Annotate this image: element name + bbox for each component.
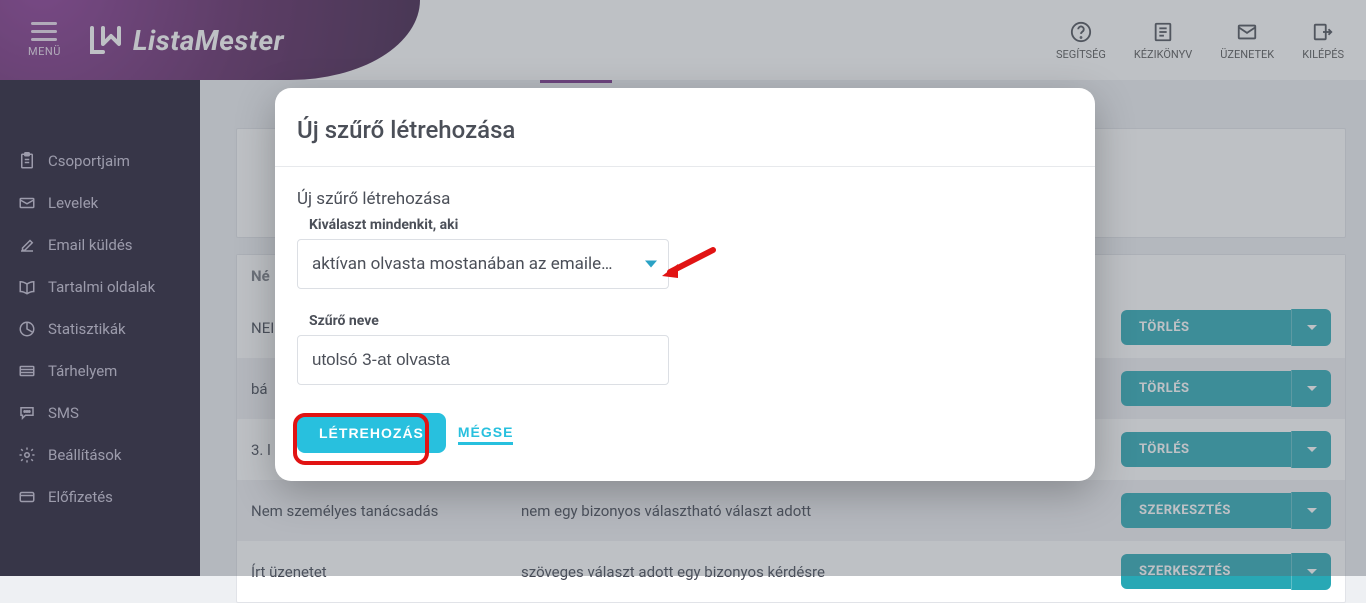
create-button[interactable]: LÉTREHOZÁS (297, 413, 446, 453)
filter-name-input[interactable] (297, 335, 669, 385)
select-label: Kiválaszt mindenkit, aki (309, 217, 1065, 233)
modal-subtitle: Új szűrő létrehozása (297, 189, 1065, 209)
name-label: Szűrő neve (309, 313, 1065, 329)
create-filter-modal: Új szűrő létrehozása Új szűrő létrehozás… (275, 88, 1095, 481)
chevron-down-icon (645, 261, 657, 268)
modal-title: Új szűrő létrehozása (275, 116, 1095, 167)
cancel-button[interactable]: MÉGSE (458, 422, 514, 445)
filter-type-select[interactable]: aktívan olvasta mostanában az emaile… (297, 239, 669, 289)
